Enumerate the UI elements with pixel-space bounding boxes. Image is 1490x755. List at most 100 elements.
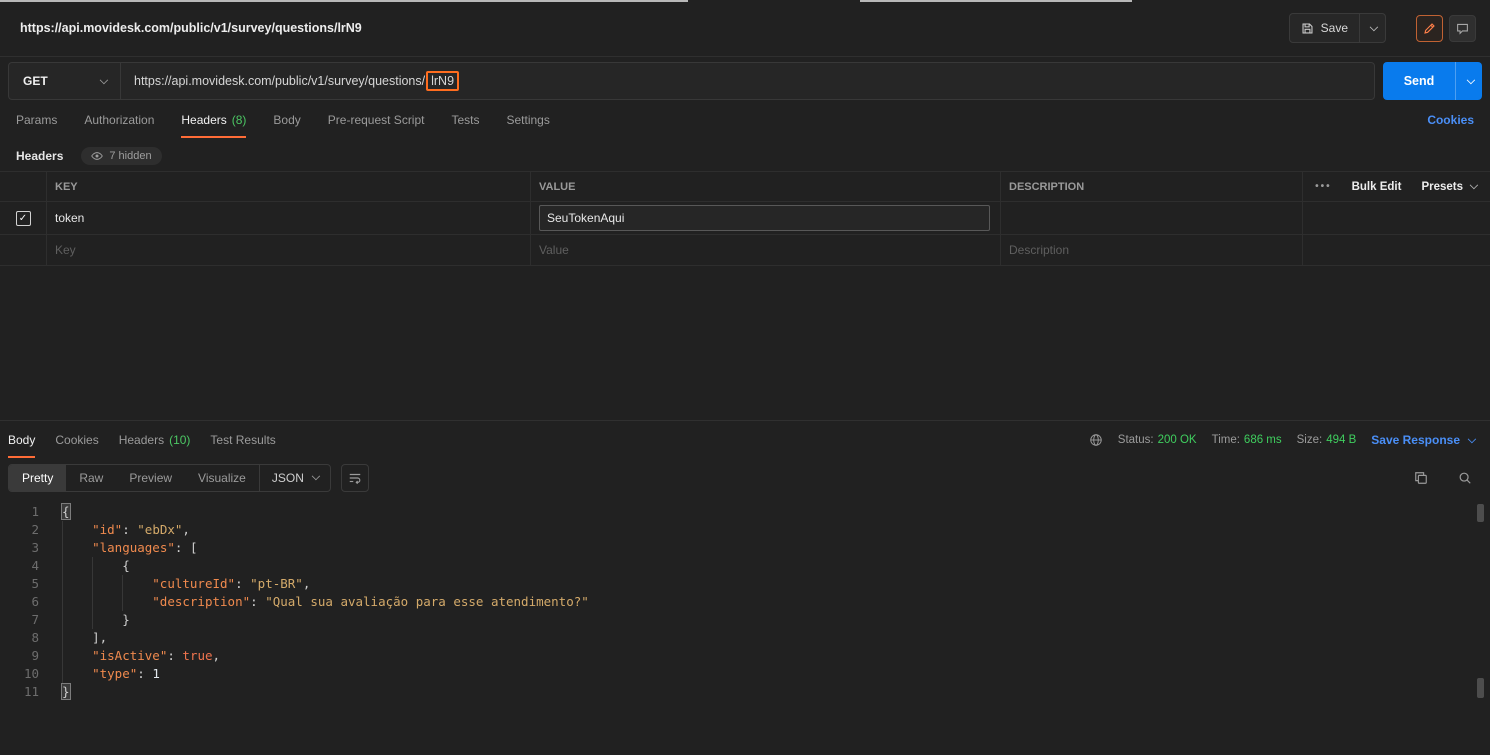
response-tab-headers-count: (10) bbox=[169, 433, 191, 447]
response-tab-cookies[interactable]: Cookies bbox=[55, 421, 98, 459]
view-preview-button[interactable]: Preview bbox=[116, 465, 185, 491]
indent-guide bbox=[62, 611, 92, 629]
tab-headers-label: Headers bbox=[181, 113, 227, 127]
table-row: token SeuTokenAqui bbox=[0, 202, 1490, 235]
scrollbar-marker[interactable] bbox=[1477, 678, 1484, 698]
save-options-button[interactable] bbox=[1359, 14, 1385, 42]
search-button[interactable] bbox=[1452, 465, 1478, 491]
indent-guide bbox=[62, 575, 92, 593]
response-tab-test-results[interactable]: Test Results bbox=[210, 421, 275, 459]
topbar-actions: Save bbox=[1288, 13, 1476, 43]
view-raw-button[interactable]: Raw bbox=[66, 465, 116, 491]
view-pretty-button[interactable]: Pretty bbox=[9, 464, 67, 491]
send-options-button[interactable] bbox=[1455, 62, 1482, 100]
code-line: { bbox=[62, 557, 1490, 575]
comments-button[interactable] bbox=[1449, 14, 1476, 42]
header-value-cell: SeuTokenAqui bbox=[530, 202, 1000, 234]
response-meta: Status: 200 OK Time: 686 ms Size: 494 B … bbox=[1089, 433, 1477, 447]
headers-toolbar: Headers 7 hidden bbox=[0, 139, 1490, 171]
code-token: ], bbox=[92, 630, 108, 645]
more-options-icon[interactable] bbox=[1315, 181, 1332, 192]
code-token: : [ bbox=[174, 540, 198, 555]
url-text: https://api.movidesk.com/public/v1/surve… bbox=[134, 74, 426, 88]
header-description-cell[interactable] bbox=[1000, 202, 1302, 234]
save-button[interactable]: Save bbox=[1290, 14, 1359, 42]
request-tabs: Params Authorization Headers (8) Body Pr… bbox=[0, 101, 1490, 139]
line-number: 9 bbox=[31, 648, 39, 663]
presets-button[interactable]: Presets bbox=[1421, 181, 1479, 193]
code-token: true bbox=[182, 648, 213, 663]
tab-prerequest-script[interactable]: Pre-request Script bbox=[328, 101, 425, 139]
value-placeholder[interactable]: Value bbox=[530, 235, 1000, 265]
tab-tests[interactable]: Tests bbox=[451, 101, 479, 139]
send-button[interactable]: Send bbox=[1383, 62, 1455, 100]
response-toolbar: Pretty Raw Preview Visualize JSON bbox=[0, 459, 1490, 496]
format-select[interactable]: JSON bbox=[258, 464, 330, 491]
tab-body[interactable]: Body bbox=[273, 101, 300, 139]
chevron-down-icon bbox=[1369, 22, 1379, 31]
request-title: https://api.movidesk.com/public/v1/surve… bbox=[20, 21, 362, 35]
status-label: Status: bbox=[1117, 434, 1154, 446]
indent-guide bbox=[122, 575, 152, 593]
code-token: : bbox=[235, 576, 251, 591]
line-number: 8 bbox=[31, 630, 39, 645]
indent-guide bbox=[92, 611, 122, 629]
indent-guide bbox=[62, 557, 92, 575]
tab-params[interactable]: Params bbox=[16, 101, 57, 139]
code-line: "description": "Qual sua avaliação para … bbox=[62, 593, 1490, 611]
code-token: , bbox=[212, 648, 221, 663]
chevron-down-icon bbox=[311, 471, 320, 481]
scrollbar-thumb[interactable] bbox=[1477, 504, 1484, 522]
copy-button[interactable] bbox=[1408, 465, 1434, 491]
hidden-headers-label: 7 hidden bbox=[109, 150, 152, 162]
cookies-link[interactable]: Cookies bbox=[1427, 113, 1474, 127]
workspace-empty-area bbox=[0, 266, 1490, 420]
description-placeholder[interactable]: Description bbox=[1000, 235, 1302, 265]
time-value: 686 ms bbox=[1243, 434, 1282, 446]
code-token: } bbox=[122, 612, 130, 627]
edit-button[interactable] bbox=[1416, 14, 1443, 42]
line-number: 2 bbox=[31, 522, 39, 537]
key-placeholder[interactable]: Key bbox=[46, 235, 530, 265]
indent-guide bbox=[62, 647, 92, 665]
row-checkbox[interactable] bbox=[15, 210, 31, 226]
code-token: "languages" bbox=[92, 540, 175, 555]
code-line: { bbox=[61, 503, 1490, 521]
code-line: "id": "ebDx", bbox=[62, 521, 1490, 539]
code-line: "languages": [ bbox=[62, 539, 1490, 557]
response-tab-body[interactable]: Body bbox=[8, 421, 36, 459]
chevron-down-icon bbox=[1466, 75, 1475, 84]
view-visualize-button[interactable]: Visualize bbox=[185, 465, 259, 491]
status-badge: Status: 200 OK bbox=[1118, 434, 1197, 446]
tab-authorization[interactable]: Authorization bbox=[84, 101, 154, 139]
line-numbers: 1 2 3 4 5 6 7 8 9 10 11 bbox=[0, 503, 48, 755]
response-body-editor: 1 2 3 4 5 6 7 8 9 10 11 {"id": "ebDx", "languages":… bbox=[0, 496, 1490, 755]
row-controls bbox=[1302, 202, 1490, 234]
response-view-group: Pretty Raw Preview Visualize JSON bbox=[8, 463, 331, 492]
code-token: "ebDx" bbox=[137, 522, 183, 537]
code-token: "isActive" bbox=[92, 648, 168, 663]
topbar-icon-pair bbox=[1416, 14, 1476, 42]
code-lines: {"id": "ebDx", "languages": [{"cultureId"… bbox=[48, 503, 1490, 755]
bulk-edit-button[interactable]: Bulk Edit bbox=[1352, 181, 1402, 193]
tab-settings[interactable]: Settings bbox=[507, 101, 550, 139]
save-response-button[interactable]: Save Response bbox=[1371, 433, 1477, 447]
header-key-cell[interactable]: token bbox=[46, 202, 530, 234]
hidden-headers-badge[interactable]: 7 hidden bbox=[81, 147, 162, 165]
code-line: "cultureId": "pt-BR", bbox=[62, 575, 1490, 593]
network-globe-icon bbox=[1090, 434, 1102, 446]
copy-icon bbox=[1415, 471, 1427, 484]
wrap-text-button[interactable] bbox=[340, 463, 369, 492]
tab-headers[interactable]: Headers (8) bbox=[181, 101, 247, 139]
value-input[interactable]: SeuTokenAqui bbox=[539, 205, 990, 231]
code-line: } bbox=[62, 611, 1490, 629]
column-value: VALUE bbox=[530, 172, 1000, 201]
wrap-text-icon bbox=[349, 473, 361, 484]
indent-guide bbox=[62, 539, 92, 557]
indent-guide bbox=[62, 521, 92, 539]
url-input[interactable]: https://api.movidesk.com/public/v1/surve… bbox=[121, 63, 1374, 99]
response-tab-headers[interactable]: Headers (10) bbox=[119, 421, 191, 459]
eye-icon bbox=[91, 152, 104, 160]
method-select[interactable]: GET bbox=[9, 63, 121, 99]
indent-guide bbox=[62, 593, 92, 611]
